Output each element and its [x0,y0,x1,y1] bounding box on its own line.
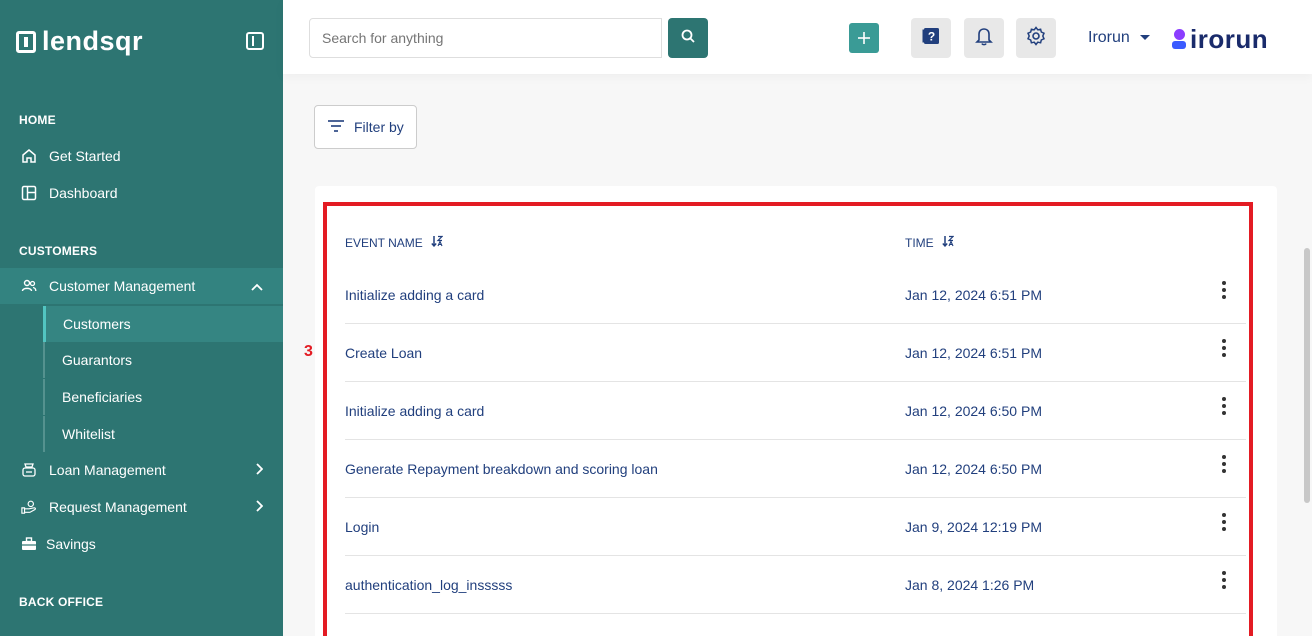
brand-text: irorun [1190,24,1269,54]
chevron-right-icon [255,462,264,478]
nav-label: Customer Management [49,278,196,294]
caret-down-icon[interactable] [1140,35,1150,40]
loan-icon [21,462,37,478]
sub-item-customers[interactable]: Customers [43,306,283,342]
search-button[interactable] [668,18,708,58]
nav-label: Get Started [49,148,121,164]
chevron-right-icon [255,499,264,515]
section-home: HOME [19,113,56,127]
filter-button[interactable]: Filter by [314,105,417,149]
help-button[interactable]: ? [911,18,951,58]
plus-icon [857,25,871,51]
sidebar: lendsqr HOME Get Started Dashboard CUSTO… [0,0,283,636]
collapse-sidebar-icon[interactable] [246,32,264,50]
chevron-up-icon [251,279,263,294]
users-icon [21,278,37,294]
search-icon [681,29,695,48]
topbar: ? Irorun irorun [283,0,1312,74]
request-icon [21,499,37,515]
logo[interactable]: lendsqr [16,26,143,57]
svg-text:?: ? [928,29,935,43]
section-customers: CUSTOMERS [19,244,98,258]
nav-dashboard[interactable]: Dashboard [0,175,283,211]
logo-icon [16,30,36,53]
filter-label: Filter by [354,119,404,135]
search-input[interactable] [309,18,662,58]
nav-label: Loan Management [49,462,166,478]
briefcase-icon [21,536,37,552]
nav-savings[interactable]: Savings [0,526,283,562]
nav-label: Request Management [49,499,187,515]
dashboard-icon [21,185,37,201]
logo-text: lendsqr [42,26,144,56]
user-menu-name[interactable]: Irorun [1088,29,1130,47]
brand-person-icon [1172,28,1186,51]
nav-customer-management[interactable]: Customer Management [0,268,283,304]
add-button[interactable] [849,23,879,53]
gear-icon [1026,25,1046,51]
annotation-highlight-box [323,202,1253,636]
nav-label: Dashboard [49,185,118,201]
sub-item-beneficiaries[interactable]: Beneficiaries [43,379,283,415]
notifications-button[interactable] [964,18,1004,58]
filter-icon [328,119,344,135]
nav-label: Savings [46,536,96,552]
nav-loan-management[interactable]: Loan Management [0,452,283,488]
sub-item-guarantors[interactable]: Guarantors [43,342,283,378]
bell-icon [975,26,993,51]
annotation-marker: 3 [304,343,313,360]
help-icon: ? [921,26,941,51]
brand-logo: irorun [1172,24,1268,55]
section-back-office: BACK OFFICE [19,595,104,609]
nav-get-started[interactable]: Get Started [0,138,283,174]
settings-button[interactable] [1016,18,1056,58]
sub-item-whitelist[interactable]: Whitelist [43,416,283,452]
scrollbar[interactable] [1304,248,1310,503]
nav-request-management[interactable]: Request Management [0,489,283,525]
home-icon [21,148,37,164]
